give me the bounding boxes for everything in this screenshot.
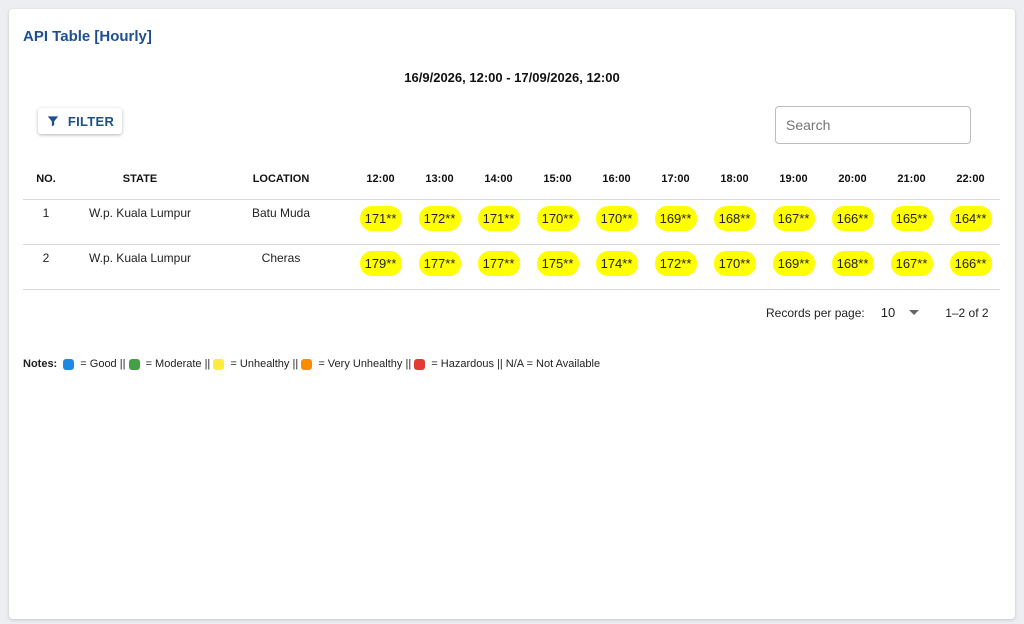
cell-hour-value: 167** xyxy=(882,243,941,290)
api-value-badge: 177** xyxy=(418,250,461,276)
cell-hour-value: 179** xyxy=(351,243,410,290)
legend-text: = Hazardous || N/A = Not Available xyxy=(428,358,601,370)
records-per-page-select[interactable]: 10 xyxy=(881,305,895,320)
col-header-hour[interactable]: 20:00 xyxy=(823,159,882,199)
page-title: API Table [Hourly] xyxy=(23,28,152,45)
api-value-badge: 165** xyxy=(890,205,933,231)
legend-color-swatch xyxy=(301,358,313,370)
cell-hour-value: 171** xyxy=(351,198,410,244)
pagination: Records per page: 10 1–2 of 2 xyxy=(766,305,989,320)
search-box[interactable] xyxy=(775,106,971,144)
api-table: NO. STATE LOCATION 12:00 13:00 14:00 15:00 1… xyxy=(23,159,1000,290)
api-value-badge: 164** xyxy=(949,205,992,231)
api-value-badge: 168** xyxy=(831,250,874,276)
api-value-badge: 168** xyxy=(713,205,756,231)
cell-hour-value: 177** xyxy=(469,243,528,290)
api-value-badge: 170** xyxy=(536,205,579,231)
api-value-badge: 166** xyxy=(831,205,874,231)
cell-state: W.p. Kuala Lumpur xyxy=(69,243,211,290)
legend-color-swatch xyxy=(128,358,140,370)
api-table-card: API Table [Hourly] 16/9/2026, 12:00 - 17… xyxy=(9,9,1015,619)
cell-hour-value: 169** xyxy=(646,198,705,244)
filter-button[interactable]: FILTER xyxy=(38,108,122,134)
cell-hour-value: 172** xyxy=(410,198,469,244)
cell-hour-value: 166** xyxy=(823,198,882,244)
legend-text: = Unhealthy || xyxy=(227,358,302,370)
col-header-hour[interactable]: 16:00 xyxy=(587,159,646,199)
col-header-hour[interactable]: 14:00 xyxy=(469,159,528,199)
api-value-badge: 166** xyxy=(949,250,992,276)
cell-hour-value: 174** xyxy=(587,243,646,290)
legend-text: = Moderate || xyxy=(142,358,214,370)
api-value-badge: 170** xyxy=(595,205,638,231)
cell-location: Cheras xyxy=(211,243,351,290)
cell-hour-value: 165** xyxy=(882,198,941,244)
api-value-badge: 169** xyxy=(654,205,697,231)
notes-label: Notes: xyxy=(23,358,58,370)
records-per-page-label: Records per page: xyxy=(766,305,865,320)
api-value-badge: 175** xyxy=(536,250,579,276)
pagination-range: 1–2 of 2 xyxy=(945,305,989,320)
notes-legend: Notes: = Good || = Moderate || = Unhealt… xyxy=(23,358,600,370)
filter-label: FILTER xyxy=(67,113,115,129)
api-value-badge: 172** xyxy=(418,205,461,231)
api-value-badge: 169** xyxy=(772,250,815,276)
legend-color-swatch xyxy=(414,358,426,370)
filter-icon xyxy=(47,116,59,127)
col-header-location[interactable]: LOCATION xyxy=(211,159,351,199)
table-row: 2 W.p. Kuala Lumpur Cheras 179** 177** 177** 1… xyxy=(23,243,1000,290)
api-value-badge: 174** xyxy=(595,250,638,276)
legend-text: = Very Unhealthy || xyxy=(315,358,415,370)
cell-hour-value: 171** xyxy=(469,198,528,244)
cell-no: 2 xyxy=(23,243,69,290)
api-value-badge: 167** xyxy=(772,205,815,231)
cell-hour-value: 168** xyxy=(823,243,882,290)
table-header-row: NO. STATE LOCATION 12:00 13:00 14:00 15:00 1… xyxy=(23,159,1000,199)
cell-location: Batu Muda xyxy=(211,198,351,244)
legend-color-swatch xyxy=(63,358,75,370)
cell-state: W.p. Kuala Lumpur xyxy=(69,198,211,244)
cell-hour-value: 164** xyxy=(941,198,1000,244)
cell-hour-value: 166** xyxy=(941,243,1000,290)
api-value-badge: 170** xyxy=(713,250,756,276)
api-value-badge: 171** xyxy=(359,205,402,231)
col-header-hour[interactable]: 13:00 xyxy=(410,159,469,199)
cell-hour-value: 172** xyxy=(646,243,705,290)
cell-hour-value: 175** xyxy=(528,243,587,290)
col-header-hour[interactable]: 15:00 xyxy=(528,159,587,199)
col-header-hour[interactable]: 17:00 xyxy=(646,159,705,199)
col-header-state[interactable]: STATE xyxy=(69,159,211,199)
api-value-badge: 167** xyxy=(890,250,933,276)
cell-hour-value: 169** xyxy=(764,243,823,290)
table-row: 1 W.p. Kuala Lumpur Batu Muda 171** 172** 171… xyxy=(23,198,1000,244)
cell-hour-value: 168** xyxy=(705,198,764,244)
date-range: 16/9/2026, 12:00 - 17/09/2026, 12:00 xyxy=(404,70,620,85)
col-header-hour[interactable]: 19:00 xyxy=(764,159,823,199)
api-value-badge: 171** xyxy=(477,205,520,231)
col-header-hour[interactable]: 22:00 xyxy=(941,159,1000,199)
cell-hour-value: 177** xyxy=(410,243,469,290)
col-header-hour[interactable]: 18:00 xyxy=(705,159,764,199)
cell-hour-value: 170** xyxy=(705,243,764,290)
legend-color-swatch xyxy=(213,358,225,370)
col-header-hour[interactable]: 12:00 xyxy=(351,159,410,199)
cell-no: 1 xyxy=(23,198,69,244)
legend-text: = Good || xyxy=(77,358,129,370)
api-value-badge: 172** xyxy=(654,250,697,276)
cell-hour-value: 170** xyxy=(528,198,587,244)
table-body: 1 W.p. Kuala Lumpur Batu Muda 171** 172** 171… xyxy=(23,198,1000,290)
cell-hour-value: 170** xyxy=(587,198,646,244)
search-input[interactable] xyxy=(786,117,967,133)
api-value-badge: 179** xyxy=(359,250,402,276)
col-header-no[interactable]: NO. xyxy=(23,159,69,199)
api-value-badge: 177** xyxy=(477,250,520,276)
chevron-down-icon[interactable] xyxy=(909,310,920,315)
cell-hour-value: 167** xyxy=(764,198,823,244)
col-header-hour[interactable]: 21:00 xyxy=(882,159,941,199)
